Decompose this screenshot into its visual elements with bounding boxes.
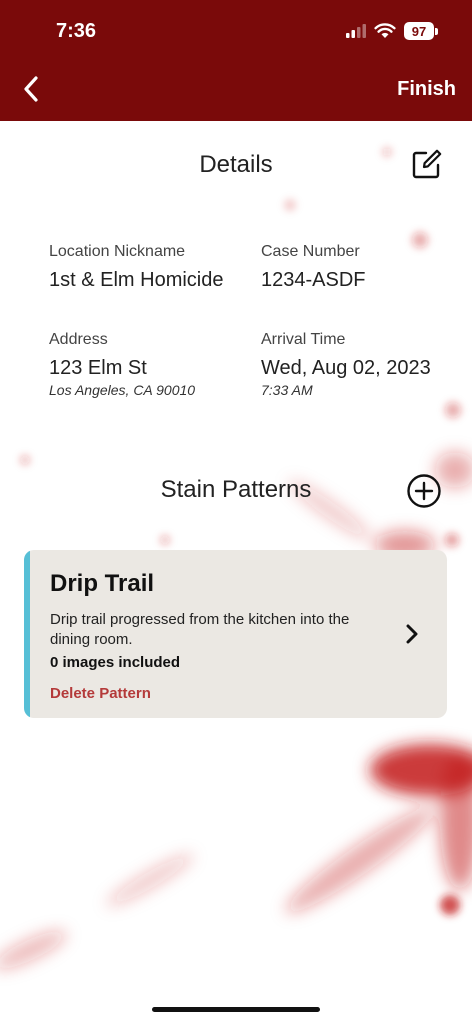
arrival-time-label: Arrival Time (261, 331, 346, 348)
app-header: 7:36 97 Finish (0, 0, 472, 121)
location-nickname-value: 1st & Elm Homicide (49, 269, 224, 291)
battery-tip (435, 27, 438, 35)
delete-pattern-button[interactable]: Delete Pattern (50, 685, 151, 702)
card-accent-bar (24, 550, 30, 718)
battery-indicator: 97 (404, 22, 434, 40)
arrival-time-value: 7:33 AM (261, 382, 313, 398)
pattern-title: Drip Trail (50, 570, 155, 597)
location-nickname-label: Location Nickname (49, 243, 186, 260)
address-label: Address (49, 331, 108, 348)
arrival-date-value: Wed, Aug 02, 2023 (261, 357, 431, 379)
home-indicator (152, 1007, 320, 1012)
chevron-right-icon (406, 624, 418, 644)
address-field: Address 123 Elm St Los Angeles, CA 90010 (49, 331, 195, 398)
status-icons: 97 (346, 22, 438, 40)
arrival-time-field: Arrival Time Wed, Aug 02, 2023 7:33 AM (261, 331, 431, 398)
pattern-images-count: 0 images included (50, 654, 181, 671)
address-line2: Los Angeles, CA 90010 (49, 382, 196, 398)
finish-button[interactable]: Finish (397, 78, 456, 101)
details-title: Details (199, 151, 273, 178)
pattern-description: Drip trail progressed from the kitchen i… (50, 611, 350, 648)
back-chevron-icon[interactable] (18, 74, 46, 104)
case-number-label: Case Number (261, 243, 360, 260)
add-pattern-icon[interactable] (406, 473, 442, 509)
case-number-value: 1234-ASDF (261, 269, 366, 291)
address-line1: 123 Elm St (49, 357, 147, 379)
wifi-icon (374, 23, 396, 38)
stain-patterns-title: Stain Patterns (160, 476, 312, 503)
main-content: Details Location Nickname 1st & Elm Homi… (0, 121, 472, 1024)
location-nickname-field: Location Nickname 1st & Elm Homicide (49, 243, 224, 292)
cellular-signal-icon (346, 24, 366, 38)
case-number-field: Case Number 1234-ASDF (261, 243, 366, 292)
edit-icon[interactable] (410, 147, 444, 181)
stain-pattern-card[interactable]: Drip Trail Drip trail progressed from th… (24, 550, 447, 718)
status-time: 7:36 (56, 20, 97, 42)
